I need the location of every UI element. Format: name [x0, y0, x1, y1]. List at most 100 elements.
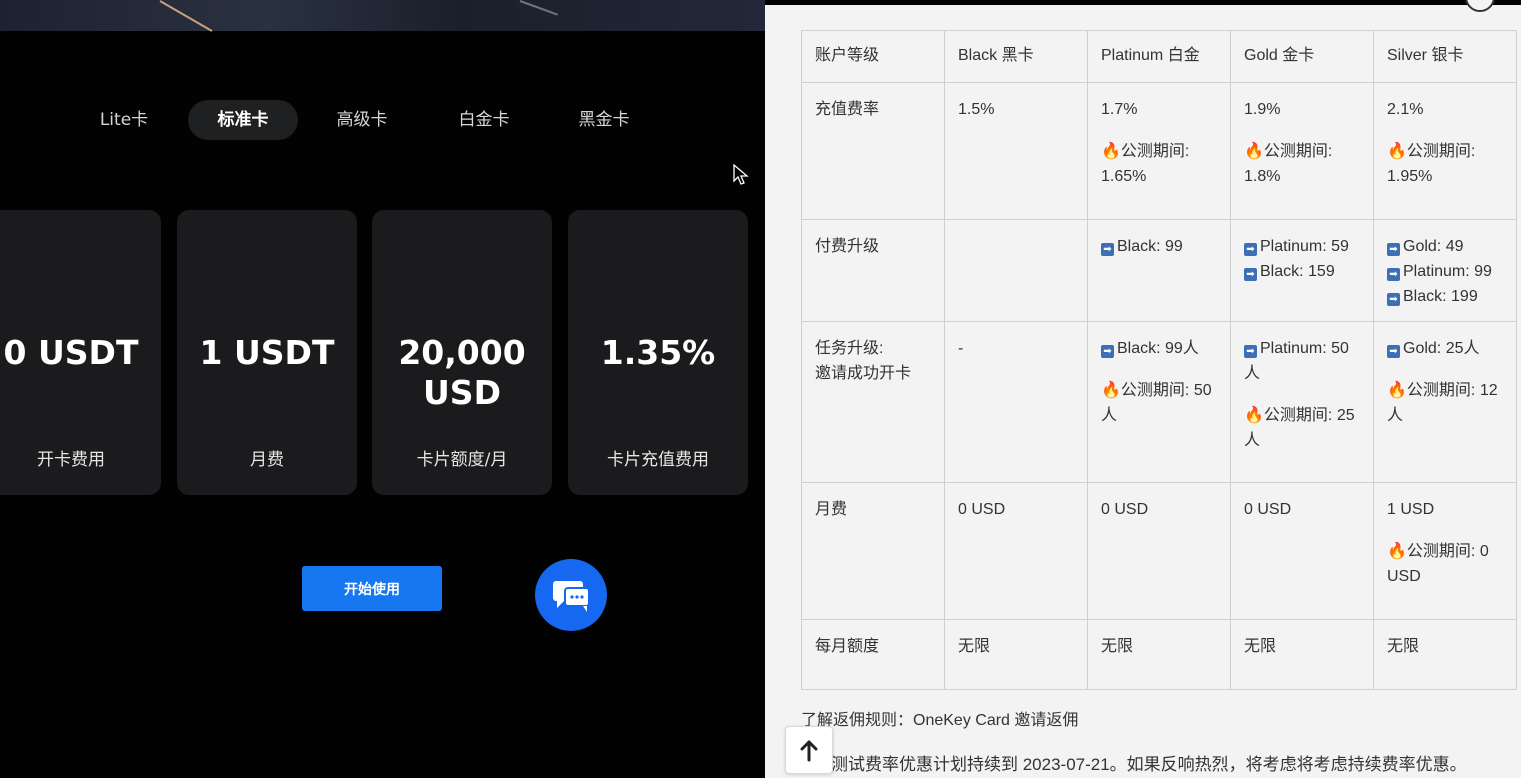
- card-label: 月费: [250, 450, 284, 470]
- table-cell: [944, 219, 1088, 322]
- tier-comparison-table: 账户等级 Black 黑卡 Platinum 白金 Gold 金卡 Silver…: [801, 30, 1517, 690]
- scroll-indicator-icon: [1465, 0, 1495, 12]
- row-label: 充值费率: [801, 82, 945, 220]
- table-cell: ➡ Platinum: 50 人 🔥公测期间: 25 人: [1230, 321, 1374, 483]
- card-value: 1.35%: [600, 333, 716, 372]
- rebate-rules-link[interactable]: 了解返佣规则：OneKey Card 邀请返佣: [801, 706, 1078, 730]
- promo-text: USD: [1387, 568, 1421, 585]
- table-cell: 1.7% 🔥公测期间: 1.65%: [1087, 82, 1231, 220]
- table-cell: 无限: [1230, 619, 1374, 690]
- right-arrow-box-icon: ➡: [1387, 345, 1400, 358]
- upgrade-option: Platinum: 99: [1403, 263, 1492, 280]
- table-header-cell: Platinum 白金: [1087, 30, 1231, 83]
- chat-bubbles-icon: [553, 581, 590, 612]
- table-header-cell: 账户等级: [801, 30, 945, 83]
- card-value: 0 USDT: [3, 333, 139, 372]
- upgrade-option: Gold: 49: [1403, 238, 1464, 255]
- row-label-line: 任务升级:: [815, 340, 884, 357]
- table-cell: ➡ Gold: 25人 🔥公测期间: 12 人: [1373, 321, 1517, 483]
- tab-premium[interactable]: 高级卡: [322, 100, 402, 140]
- right-arrow-box-icon: ➡: [1387, 268, 1400, 281]
- card-plans-panel: Lite卡 标准卡 高级卡 白金卡 黑金卡 0 USDT 开卡费用 1 USDT…: [0, 0, 765, 778]
- banner-streak: [519, 0, 558, 16]
- right-arrow-box-icon: ➡: [1244, 268, 1257, 281]
- tab-lite[interactable]: Lite卡: [92, 100, 156, 140]
- card-label: 卡片充值费用: [607, 450, 709, 470]
- mouse-pointer-icon: [733, 164, 749, 185]
- promo-notice: 测试费率优惠计划持续到 2023-07-21。如果反响热烈，将考虑将考虑持续费率…: [831, 755, 1467, 774]
- right-arrow-box-icon: ➡: [1244, 243, 1257, 256]
- chat-button[interactable]: [535, 559, 607, 631]
- table-cell: 0 USD: [1087, 482, 1231, 620]
- table-row: 充值费率 1.5% 1.7% 🔥公测期间: 1.65% 1.9% 🔥公测期间: …: [801, 82, 1517, 220]
- card-opening-fee: 0 USDT 开卡费用: [0, 210, 161, 495]
- upgrade-option: Black: 199: [1403, 288, 1478, 305]
- card-value-line2: USD: [423, 373, 501, 412]
- table-row: 每月额度 无限 无限 无限 无限: [801, 619, 1517, 690]
- promo-text: 1.95%: [1387, 168, 1433, 185]
- promo-text: 🔥公测期间: 25: [1244, 407, 1355, 424]
- card-value: 1 USDT: [199, 333, 335, 372]
- upgrade-option: 人: [1244, 365, 1261, 382]
- banner-streak: [159, 0, 213, 32]
- cell-value: 1.7%: [1101, 101, 1138, 118]
- card-topup-fee: 1.35% 卡片充值费用: [568, 210, 748, 495]
- right-arrow-box-icon: ➡: [1101, 345, 1114, 358]
- tab-standard[interactable]: 标准卡: [188, 100, 298, 140]
- promo-text: 🔥公测期间:: [1387, 143, 1476, 160]
- promo-text: 1.8%: [1244, 168, 1281, 185]
- table-cell: 0 USD: [1230, 482, 1374, 620]
- promo-text: 人: [1101, 407, 1118, 424]
- table-cell: 无限: [944, 619, 1088, 690]
- upgrade-option: Black: 99: [1117, 238, 1183, 255]
- row-label: 任务升级: 邀请成功开卡: [801, 321, 945, 483]
- table-cell: 1 USD 🔥公测期间: 0 USD: [1373, 482, 1517, 620]
- row-label: 付费升级: [801, 219, 945, 322]
- card-type-tabs: Lite卡 标准卡 高级卡 白金卡 黑金卡: [0, 100, 765, 140]
- table-row: 账户等级 Black 黑卡 Platinum 白金 Gold 金卡 Silver…: [801, 30, 1517, 83]
- promo-text: 🔥公测期间:: [1244, 143, 1333, 160]
- table-cell: 无限: [1087, 619, 1231, 690]
- promo-text: 🔥公测期间:: [1101, 143, 1190, 160]
- table-cell: ➡ Gold: 49 ➡ Platinum: 99 ➡ Black: 199: [1373, 219, 1517, 322]
- promo-text: 人: [1244, 432, 1261, 449]
- promo-text: 1.65%: [1101, 168, 1147, 185]
- table-cell: 1.5%: [944, 82, 1088, 220]
- promo-text: 🔥公测期间: 12: [1387, 382, 1498, 399]
- cell-value: 2.1%: [1387, 101, 1424, 118]
- table-header-cell: Gold 金卡: [1230, 30, 1374, 83]
- table-cell: ➡ Platinum: 59 ➡ Black: 159: [1230, 219, 1374, 322]
- upgrade-option: Platinum: 59: [1260, 238, 1349, 255]
- top-edge-bar: [765, 0, 1521, 5]
- upgrade-option: Black: 99人: [1117, 340, 1199, 357]
- tab-platinum[interactable]: 白金卡: [444, 100, 524, 140]
- cell-value: 1 USD: [1387, 501, 1435, 518]
- right-arrow-box-icon: ➡: [1101, 243, 1114, 256]
- table-cell: 0 USD: [944, 482, 1088, 620]
- promo-text: 人: [1387, 407, 1404, 424]
- right-arrow-box-icon: ➡: [1387, 243, 1400, 256]
- card-label: 卡片额度/月: [416, 450, 508, 470]
- scroll-to-top-button[interactable]: [785, 726, 833, 774]
- table-cell: 2.1% 🔥公测期间: 1.95%: [1373, 82, 1517, 220]
- arrow-up-icon: [800, 740, 818, 762]
- table-header-cell: Black 黑卡: [944, 30, 1088, 83]
- upgrade-option: Platinum: 50: [1260, 340, 1349, 357]
- card-value-line1: 20,000: [398, 333, 526, 372]
- right-arrow-box-icon: ➡: [1387, 293, 1400, 306]
- table-cell: -: [944, 321, 1088, 483]
- hero-banner-image: [0, 0, 765, 32]
- fee-comparison-panel: 账户等级 Black 黑卡 Platinum 白金 Gold 金卡 Silver…: [765, 0, 1521, 778]
- card-label: 开卡费用: [37, 450, 105, 470]
- promo-text: 🔥公测期间: 0: [1387, 543, 1489, 560]
- table-cell: 1.9% 🔥公测期间: 1.8%: [1230, 82, 1374, 220]
- table-row: 任务升级: 邀请成功开卡 - ➡ Black: 99人 🔥公测期间: 50 人 ➡…: [801, 321, 1517, 483]
- row-label-line: 邀请成功开卡: [815, 365, 912, 382]
- table-row: 付费升级 ➡ Black: 99 ➡ Platinum: 59 ➡ Black: 15…: [801, 219, 1517, 322]
- start-using-button[interactable]: 开始使用: [302, 566, 442, 611]
- table-cell: ➡ Black: 99人 🔥公测期间: 50 人: [1087, 321, 1231, 483]
- row-label: 月费: [801, 482, 945, 620]
- card-monthly-limit: 20,000 USD 卡片额度/月: [372, 210, 552, 495]
- upgrade-option: Black: 159: [1260, 263, 1335, 280]
- tab-black-gold[interactable]: 黑金卡: [564, 100, 644, 140]
